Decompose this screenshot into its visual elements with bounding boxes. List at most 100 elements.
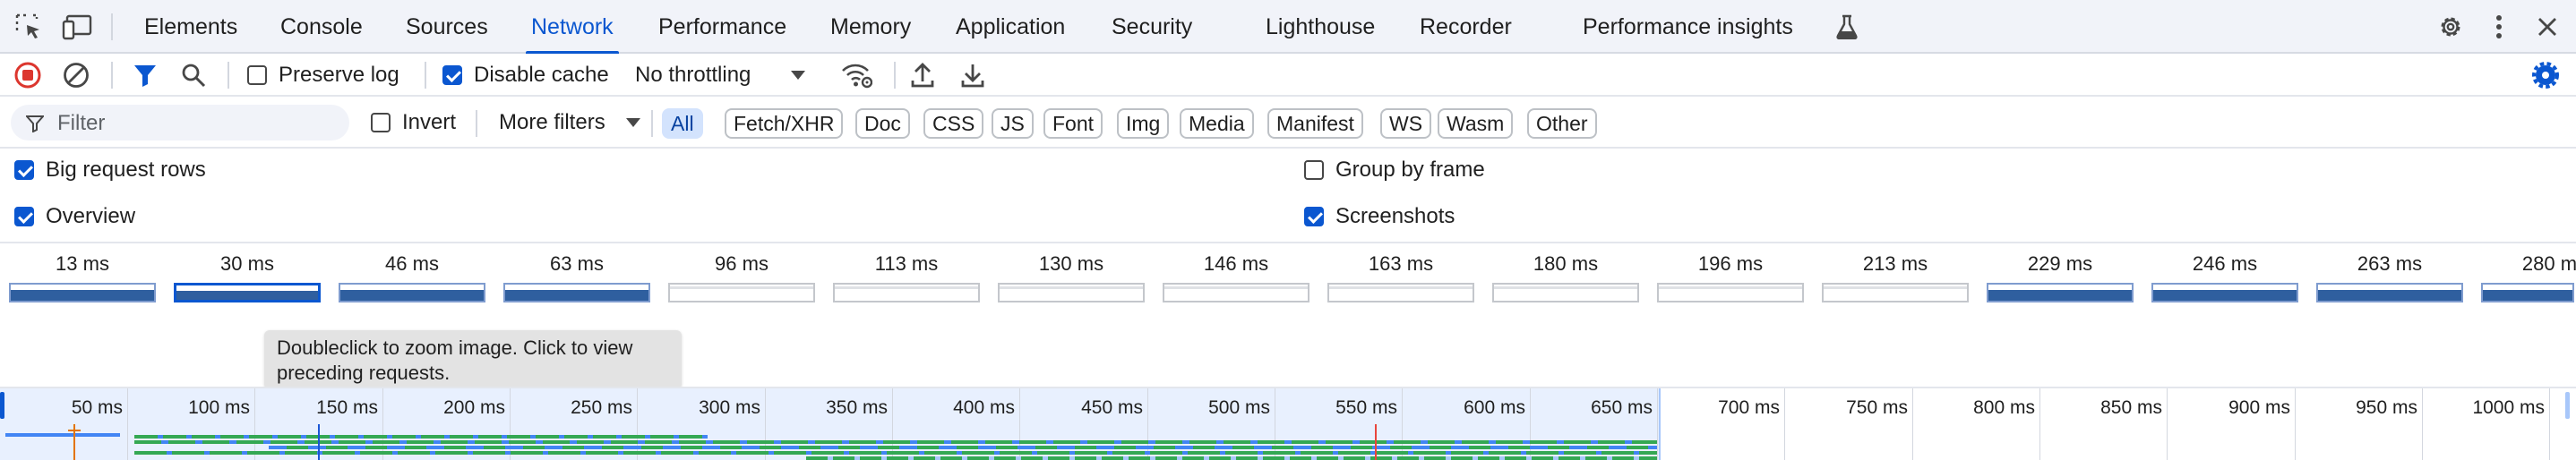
big-request-rows-label[interactable]: Big request rows [46,158,206,183]
network-overview[interactable]: 50 ms 100 ms 150 ms 200 ms 250 ms 300 ms… [0,387,2576,460]
close-icon[interactable] [2531,11,2563,43]
overview-gridline [2039,388,2040,460]
screenshot-time: 113 ms [874,252,939,275]
download-icon[interactable] [958,61,987,89]
filter-icon[interactable] [131,61,159,89]
load-event-marker [1375,424,1377,460]
upload-icon[interactable] [908,61,937,89]
screenshot-time: 146 ms [1203,252,1269,275]
screenshot-thumbnail[interactable] [339,283,485,302]
chip-all[interactable]: All [662,108,703,139]
overview-time-label: 400 ms [953,397,1015,418]
more-filters-button[interactable]: More filters [499,110,605,135]
tab-network[interactable]: Network [526,0,619,55]
tab-lighthouse[interactable]: Lighthouse [1266,0,1375,54]
chevron-down-icon[interactable] [788,66,808,84]
network-settings-gear-icon[interactable] [2529,59,2562,91]
tab-performance[interactable]: Performance [658,0,786,54]
overview-right-handle[interactable] [2565,392,2570,419]
overview-gridline [765,388,766,460]
tab-recorder[interactable]: Recorder [1420,0,1512,54]
screenshot-thumbnail[interactable] [9,283,156,302]
group-by-frame-label[interactable]: Group by frame [1335,158,1485,183]
overview-time-label: 600 ms [1464,397,1525,418]
screenshot-thumbnail[interactable] [998,283,1145,302]
overview-request-track [134,435,708,439]
screenshot-thumbnail[interactable] [668,283,815,302]
group-by-frame-checkbox[interactable] [1304,160,1324,180]
disable-cache-label[interactable]: Disable cache [474,63,609,88]
search-icon[interactable] [179,61,208,89]
overview-gridline [1402,388,1403,460]
screenshot-thumbnail[interactable] [1163,283,1309,302]
chip-media[interactable]: Media [1180,108,1254,139]
tab-elements[interactable]: Elements [144,0,237,54]
overview-gridline [2167,388,2168,460]
invert-label[interactable]: Invert [402,110,456,135]
filter-input[interactable]: Filter [11,105,349,141]
screenshot-time: 196 ms [1697,252,1764,275]
overview-time-label: 250 ms [571,397,632,418]
screenshot-thumbnail[interactable] [2316,283,2463,302]
overview-checkbox[interactable] [14,207,34,226]
clear-icon[interactable] [61,60,91,90]
throttling-select[interactable]: No throttling [635,63,751,88]
chip-css[interactable]: CSS [923,108,984,139]
screenshot-thumbnail[interactable] [1987,283,2134,302]
screenshot-thumbnail[interactable] [2151,283,2298,302]
overview-time-label: 800 ms [1973,397,2035,418]
tab-memory[interactable]: Memory [830,0,911,54]
chip-font[interactable]: Font [1043,108,1103,139]
device-toolbar-icon[interactable] [61,11,93,43]
screenshot-tooltip: Doubleclick to zoom image. Click to view… [264,330,682,389]
record-stop-icon[interactable] [13,60,43,90]
chip-manifest[interactable]: Manifest [1267,108,1363,139]
chip-img[interactable]: Img [1117,108,1170,139]
screenshot-thumbnail[interactable] [503,283,650,302]
preserve-log-checkbox[interactable] [247,65,267,85]
disable-cache-checkbox[interactable] [442,65,462,85]
toolbar-separator [425,62,426,89]
screenshot-time: 246 ms [2192,252,2258,275]
overview-request-track [134,451,1657,455]
settings-gear-icon[interactable] [2434,11,2467,43]
chip-ws[interactable]: WS [1380,108,1432,139]
more-filters-chevron-icon[interactable] [624,115,642,131]
chip-fetch-xhr[interactable]: Fetch/XHR [725,108,844,139]
overview-request-track [269,446,1657,449]
invert-checkbox[interactable] [371,113,391,132]
tab-application[interactable]: Application [956,0,1065,54]
preserve-log-label[interactable]: Preserve log [279,63,399,88]
overview-label[interactable]: Overview [46,204,135,229]
screenshot-time: 30 ms [220,252,274,275]
more-vert-icon[interactable] [2483,11,2515,43]
overview-time-label: 850 ms [2100,397,2162,418]
chip-doc[interactable]: Doc [855,108,910,139]
chip-wasm[interactable]: Wasm [1438,108,1514,139]
overview-gridline [1530,388,1531,460]
overview-left-handle[interactable] [0,392,4,419]
network-conditions-icon[interactable] [840,61,872,89]
overview-time-label: 700 ms [1718,397,1780,418]
big-request-rows-checkbox[interactable] [14,160,34,180]
tab-security[interactable]: Security [1112,0,1192,54]
screenshots-label[interactable]: Screenshots [1335,204,1455,229]
tab-console[interactable]: Console [280,0,363,54]
chip-js[interactable]: JS [992,108,1034,139]
tab-performance-insights[interactable]: Performance insights [1583,0,1793,54]
chip-other[interactable]: Other [1527,108,1597,139]
screenshot-thumbnail-selected[interactable] [174,283,321,302]
screenshot-thumbnail[interactable] [2481,283,2574,302]
overview-time-label: 900 ms [2228,397,2290,418]
tab-sources[interactable]: Sources [406,0,488,54]
overview-time-label: 950 ms [2356,397,2417,418]
screenshot-thumbnail[interactable] [833,283,980,302]
filter-placeholder: Filter [57,111,106,135]
screenshots-checkbox[interactable] [1304,207,1324,226]
overview-time-label: 500 ms [1208,397,1270,418]
screenshot-thumbnail[interactable] [1327,283,1474,302]
screenshot-thumbnail[interactable] [1657,283,1804,302]
screenshot-thumbnail[interactable] [1492,283,1639,302]
inspect-element-icon[interactable] [13,11,45,43]
screenshot-thumbnail[interactable] [1822,283,1969,302]
